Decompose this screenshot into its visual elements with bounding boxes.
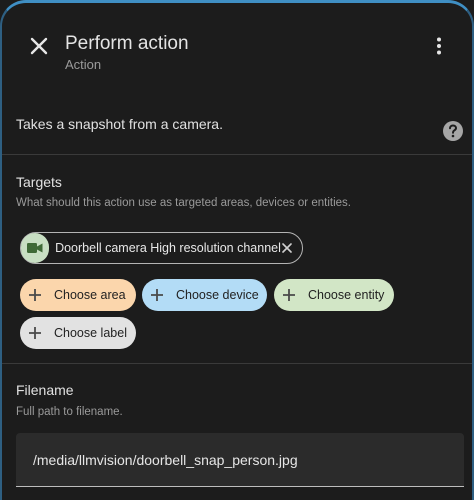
choose-area-button[interactable]: Choose area (20, 279, 136, 311)
dialog-title: Perform action (65, 33, 189, 54)
divider (2, 363, 472, 364)
targets-title: Targets (16, 174, 62, 190)
plus-icon (150, 288, 164, 302)
video-camera-icon (27, 243, 43, 253)
plus-icon (28, 326, 42, 340)
choose-device-button[interactable]: Choose device (142, 279, 267, 311)
filename-input[interactable]: /media/llmvision/doorbell_snap_person.jp… (16, 433, 464, 487)
choose-device-label: Choose device (176, 288, 259, 302)
entity-avatar (21, 233, 50, 263)
entity-chip-label: Doorbell camera High resolution channel (55, 241, 281, 255)
choose-area-label: Choose area (54, 288, 126, 302)
targets-helper: What should this action use as targeted … (16, 197, 351, 209)
filename-helper: Full path to filename. (16, 406, 123, 418)
choose-label-button[interactable]: Choose label (20, 317, 136, 349)
choose-label-label: Choose label (54, 326, 127, 340)
action-description: Takes a snapshot from a camera. (16, 116, 223, 132)
dialog-subtitle: Action (65, 57, 102, 72)
filename-title: Filename (16, 382, 74, 398)
more-vertical-icon (437, 37, 441, 55)
choose-entity-label: Choose entity (308, 288, 385, 302)
close-icon (282, 243, 293, 253)
divider (2, 154, 472, 155)
help-button[interactable] (442, 120, 464, 142)
selected-entity-chip[interactable]: Doorbell camera High resolution channel (20, 232, 303, 264)
overflow-menu-button[interactable] (426, 32, 452, 60)
plus-icon (28, 288, 42, 302)
filename-value[interactable]: /media/llmvision/doorbell_snap_person.jp… (33, 452, 298, 468)
help-circle-icon (443, 121, 463, 141)
close-button[interactable] (24, 31, 54, 61)
perform-action-dialog: Perform action Action Takes a snapshot f… (0, 0, 474, 500)
plus-icon (282, 288, 296, 302)
close-icon (30, 37, 48, 55)
remove-entity-button[interactable] (281, 241, 294, 255)
choose-entity-button[interactable]: Choose entity (274, 279, 394, 311)
